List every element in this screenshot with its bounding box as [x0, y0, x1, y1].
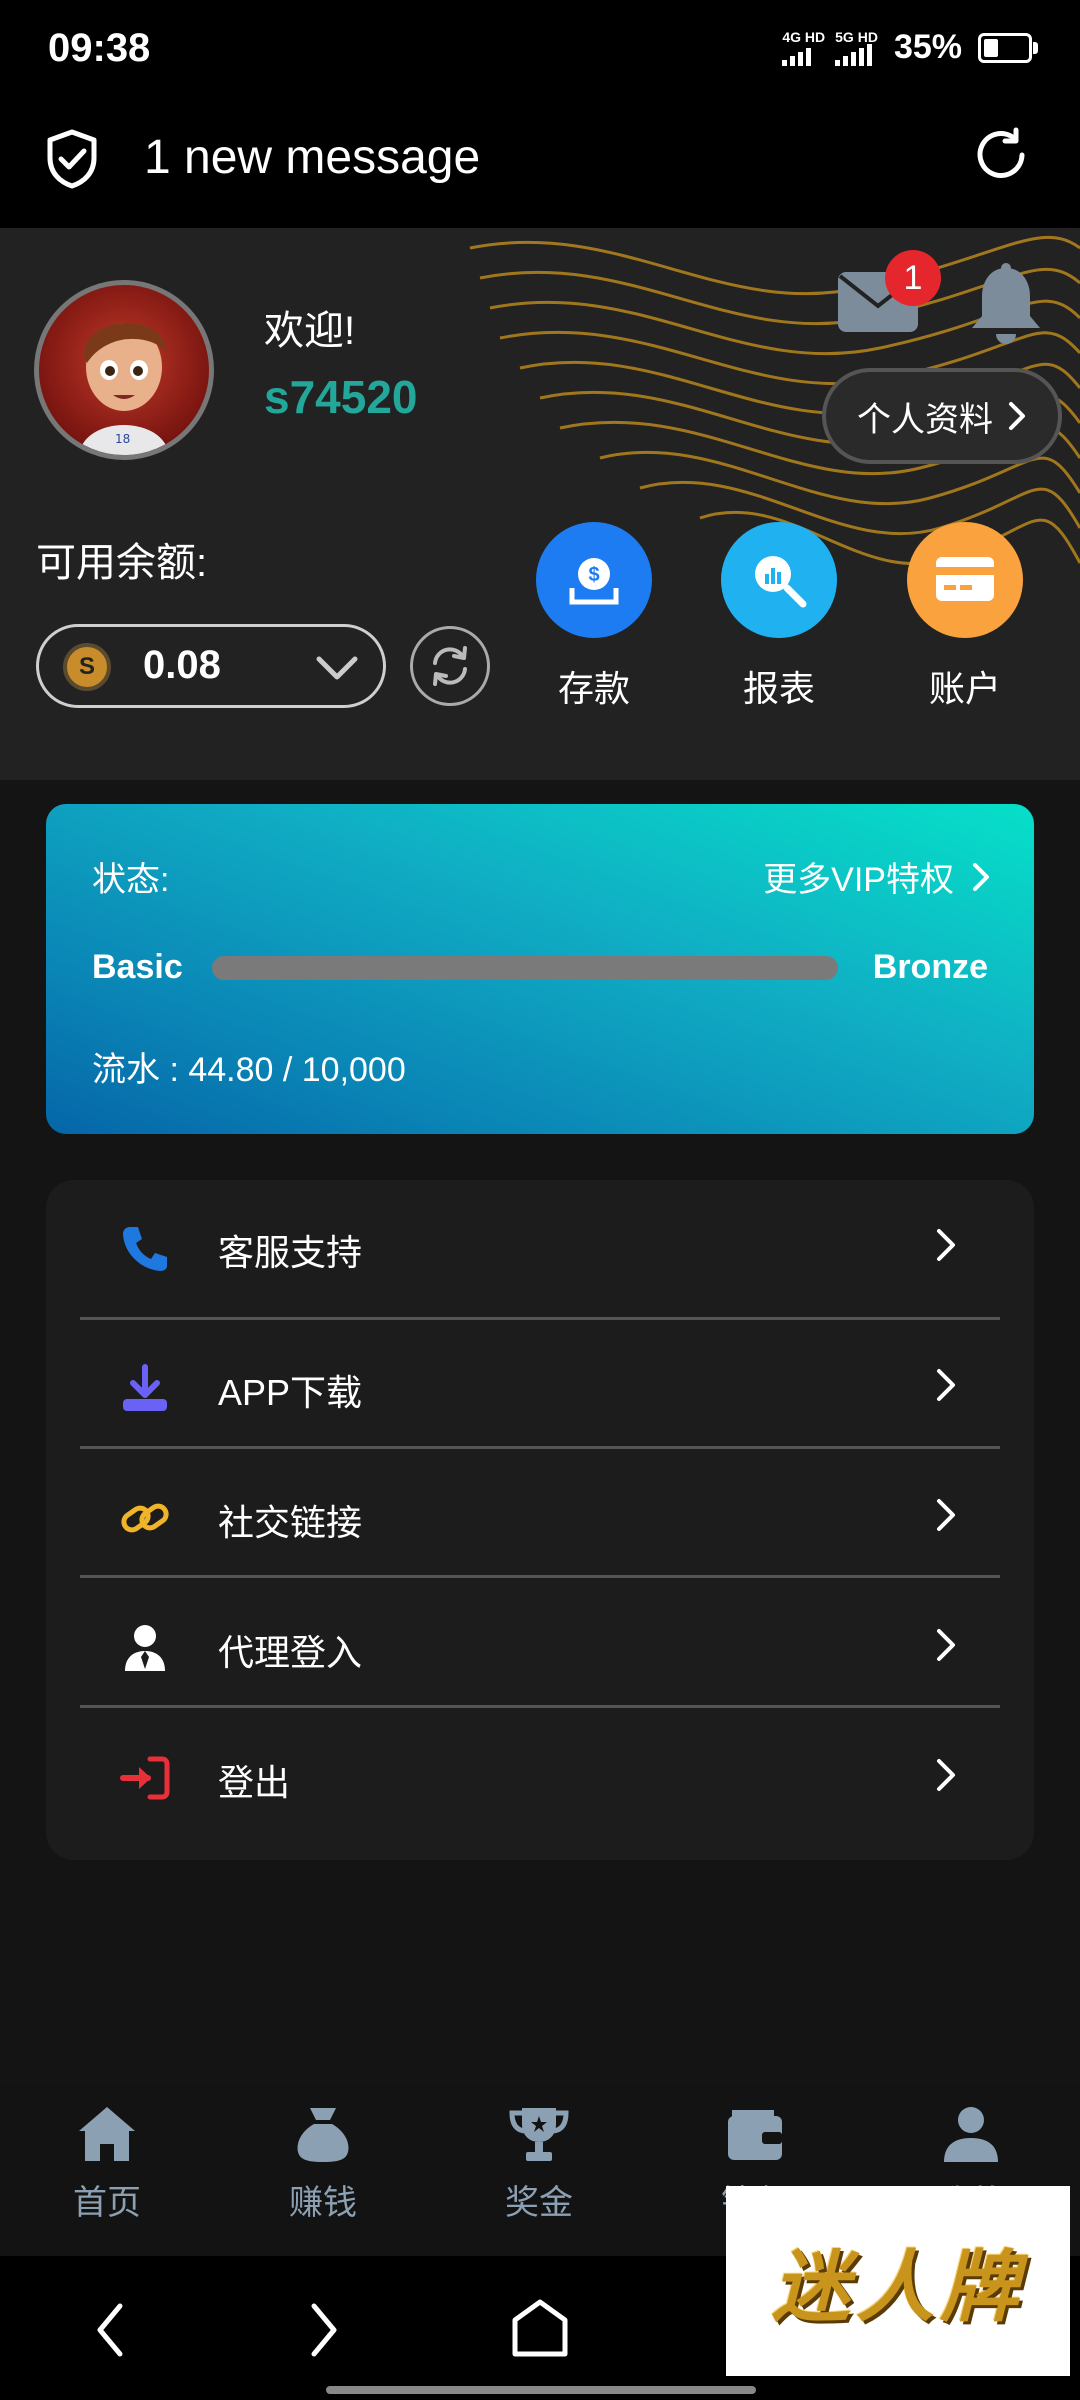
home-indicator[interactable]: [326, 2386, 756, 2394]
logout-icon: [120, 1756, 170, 1800]
menu-item-app-download[interactable]: APP下载: [80, 1320, 1000, 1450]
deposit-label: 存款: [557, 668, 630, 709]
welcome-text: 欢迎!: [264, 309, 356, 353]
status-time: 09:38: [48, 26, 151, 70]
watermark-logo: 迷人牌: [726, 2186, 1070, 2376]
signal-icon: [835, 43, 873, 66]
svg-text:$: $: [588, 564, 599, 586]
refresh-icon[interactable]: [972, 126, 1030, 184]
nav-home[interactable]: 首页: [32, 2104, 182, 2224]
divider: [80, 1446, 1000, 1449]
network-indicator-4g: 4G HD: [782, 30, 825, 66]
vip-progress-bar: [212, 956, 838, 980]
chevron-right-icon: [937, 1229, 955, 1261]
user-icon: [944, 2107, 998, 2162]
network-indicator-5g: 5G HD: [835, 30, 878, 66]
menu-item-agent-login[interactable]: 代理登入: [80, 1580, 1000, 1710]
vip-next-level: Bronze: [872, 948, 988, 986]
money-bag-icon: [297, 2108, 349, 2162]
report-label: 报表: [742, 668, 815, 709]
home-icon: [79, 2107, 135, 2161]
chevron-right-icon: [1009, 402, 1025, 430]
balance-label: 可用余额:: [36, 541, 208, 585]
vip-turnover: 流水 : 44.80 / 10,000: [92, 1051, 406, 1089]
menu-item-support[interactable]: 客服支持: [80, 1180, 1000, 1310]
chevron-right-icon: [937, 1499, 955, 1531]
nav-bonus[interactable]: 奖金: [464, 2104, 614, 2224]
username: s74520: [264, 371, 418, 423]
battery-percent: 35%: [893, 28, 962, 66]
card-icon: [907, 522, 1023, 638]
account-label: 账户: [928, 668, 1001, 709]
report-button[interactable]: 报表: [709, 522, 849, 712]
coin-icon: S: [63, 643, 111, 691]
chevron-down-icon: [316, 656, 358, 680]
bell-icon[interactable]: [968, 262, 1044, 348]
profile-button[interactable]: 个人资料: [822, 368, 1062, 464]
menu-item-label: 代理登入: [218, 1632, 363, 1673]
trophy-icon: [509, 2108, 569, 2161]
vip-current-level: Basic: [92, 948, 183, 986]
menu-item-social-links[interactable]: 社交链接: [80, 1450, 1000, 1580]
report-icon: [721, 522, 837, 638]
avatar[interactable]: 18: [34, 280, 214, 460]
vip-status-label: 状态:: [92, 861, 170, 899]
nav-label: 首页: [73, 2184, 141, 2222]
link-icon: [121, 1503, 169, 1533]
chevron-right-icon: [937, 1629, 955, 1661]
status-indicators: 4G HD 5G HD 35%: [782, 28, 1038, 67]
wallet-icon: [728, 2110, 782, 2160]
menu-item-label: 社交链接: [218, 1502, 363, 1543]
watermark-text: 迷人牌: [771, 2242, 1024, 2333]
account-button[interactable]: 账户: [895, 522, 1035, 712]
divider: [80, 1705, 1000, 1708]
signal-icon: [782, 44, 812, 66]
nav-label: 赚钱: [289, 2184, 357, 2222]
deposit-icon: $: [536, 522, 652, 638]
profile-button-label: 个人资料: [857, 400, 993, 439]
home-button-icon[interactable]: [510, 2298, 570, 2360]
phone-icon: [123, 1227, 167, 1271]
nav-earn[interactable]: 赚钱: [248, 2104, 398, 2224]
balance-value: 0.08: [143, 643, 221, 687]
deposit-button[interactable]: $ 存款: [524, 522, 664, 712]
download-icon: [123, 1364, 167, 1411]
menu-item-label: APP下载: [218, 1372, 363, 1413]
back-icon[interactable]: [90, 2300, 130, 2360]
mail-badge: 1: [885, 250, 941, 306]
refresh-icon: [433, 646, 467, 686]
menu-item-label: 客服支持: [218, 1232, 363, 1273]
refresh-balance-button[interactable]: [410, 626, 490, 706]
vip-card: 状态: 更多VIP特权 Basic Bronze 流水 : 44.80 / 10…: [46, 804, 1034, 1134]
chevron-right-icon: [937, 1759, 955, 1791]
balance-selector[interactable]: S 0.08: [36, 624, 386, 708]
menu-list: 客服支持 APP下载 社交链接 代理登入 登出: [46, 1180, 1034, 1860]
new-message-text[interactable]: 1 new message: [144, 130, 480, 185]
divider: [80, 1575, 1000, 1578]
svg-text:18: 18: [115, 432, 130, 446]
vip-more-link[interactable]: 更多VIP特权: [763, 852, 990, 901]
battery-icon: [978, 32, 1038, 63]
chevron-right-icon: [973, 862, 989, 891]
chevron-right-icon: [937, 1369, 955, 1401]
agent-icon: [125, 1625, 165, 1671]
menu-item-label: 登出: [218, 1762, 291, 1803]
shield-check-icon: [47, 129, 97, 189]
avatar-character-icon: 18: [79, 322, 169, 455]
menu-item-logout[interactable]: 登出: [80, 1710, 1000, 1840]
nav-label: 奖金: [505, 2184, 573, 2222]
forward-icon[interactable]: [304, 2300, 344, 2360]
